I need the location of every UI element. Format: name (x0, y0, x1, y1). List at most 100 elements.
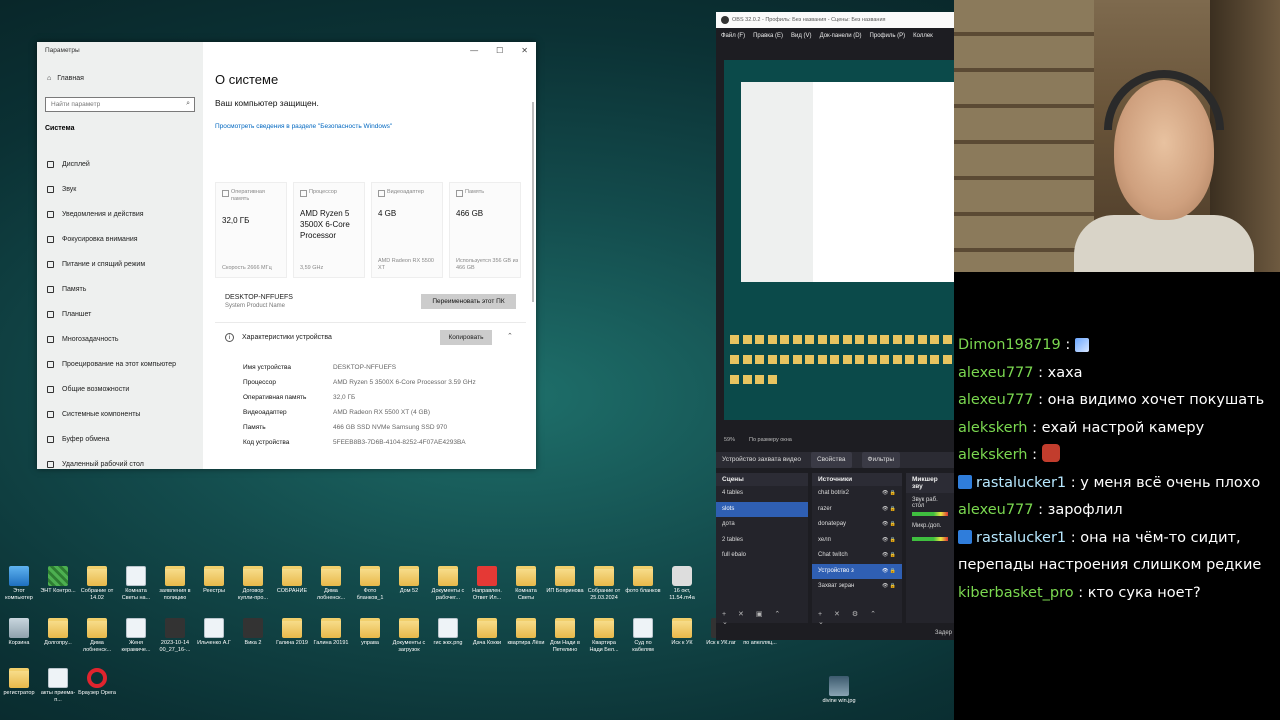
desktop-icon[interactable]: СОБРАНИЕ (273, 566, 311, 595)
desktop-icon[interactable]: 2023-10-14 00_27_16-... (156, 618, 194, 653)
desktop-icon[interactable]: Собрание от 14.02 (78, 566, 116, 601)
search-input[interactable]: Найти параметр ⌕ (45, 97, 195, 112)
desktop-icon[interactable]: Договор купли-про... (234, 566, 272, 601)
desktop-icon[interactable]: Иск к УК (663, 618, 701, 647)
desktop-icon[interactable]: регистратор (0, 668, 38, 697)
desktop-icon[interactable]: Суд по кабелям (624, 618, 662, 653)
visibility-lock-icons[interactable]: 👁 🔒 (882, 490, 896, 498)
desktop-icon[interactable]: Документы с рабочег... (429, 566, 467, 601)
sidebar-item[interactable]: Системные компоненты (47, 402, 176, 427)
chat-username[interactable]: alekskerh (958, 447, 1027, 463)
obs-menu-item[interactable]: Док-панели (D) (820, 28, 862, 44)
sidebar-item[interactable]: Фокусировка внимания (47, 227, 176, 252)
desktop-icon[interactable]: Фото бланков_1 (351, 566, 389, 601)
sidebar-item[interactable]: Звук (47, 177, 176, 202)
desktop-icon[interactable]: Дом 52 (390, 566, 428, 595)
desktop-icon[interactable]: Галина 2019 (273, 618, 311, 647)
chat-username[interactable]: Dimon198719 (958, 337, 1061, 353)
specs-header[interactable]: i Характеристики устройства (225, 333, 332, 342)
obs-preview[interactable] (724, 60, 954, 420)
zoom-value[interactable]: 59% (724, 437, 735, 443)
desktop-icon[interactable]: ЭНТ Контро... (39, 566, 77, 595)
security-link[interactable]: Просмотреть сведения в разделе "Безопасн… (215, 122, 405, 131)
desktop-icon[interactable]: Вика 2 (234, 618, 272, 647)
desktop-icon[interactable]: Дима лобненск... (78, 618, 116, 653)
sidebar-item[interactable]: Дисплей (47, 152, 176, 177)
desktop-icon[interactable]: заявления в полицию (156, 566, 194, 601)
desktop-icon[interactable]: ИП Бояринова (546, 566, 584, 595)
desktop-icon[interactable]: Женя керамиче... (117, 618, 155, 653)
rename-button[interactable]: Переименовать этот ПК (421, 294, 516, 309)
source-item[interactable]: Захват экран 👁 🔒 (812, 579, 902, 595)
sidebar-item[interactable]: Удаленный рабочий стол (47, 452, 176, 477)
source-item[interactable]: хелп 👁 🔒 (812, 533, 902, 549)
desktop-icon[interactable]: Корзина (0, 618, 38, 647)
copy-button[interactable]: Копировать (440, 330, 492, 345)
chat-username[interactable]: alexeu777 (958, 392, 1034, 408)
home-link[interactable]: ⌂ Главная (47, 75, 84, 82)
sidebar-item[interactable]: Питание и спящий режим (47, 252, 176, 277)
filters-button[interactable]: Фильтры (861, 452, 901, 468)
chat-username[interactable]: rastalucker1 (976, 475, 1066, 491)
desktop-icon[interactable]: Дима лобненск... (312, 566, 350, 601)
scene-item[interactable]: full ebalo (716, 548, 808, 564)
visibility-lock-icons[interactable]: 👁 🔒 (882, 583, 896, 591)
desktop-icon[interactable]: Этот компьютер (0, 566, 38, 601)
source-item[interactable]: Chat twitch 👁 🔒 (812, 548, 902, 564)
sidebar-item[interactable]: Общие возможности (47, 377, 176, 402)
chat-username[interactable]: kiberbasket_pro (958, 585, 1074, 601)
sidebar-item[interactable]: Память (47, 277, 176, 302)
desktop-icon[interactable]: Долгопру... (39, 618, 77, 647)
visibility-lock-icons[interactable]: 👁 🔒 (882, 506, 896, 514)
obs-menu-item[interactable]: Файл (F) (721, 28, 745, 44)
source-item[interactable]: chat botrix2 👁 🔒 (812, 486, 902, 502)
desktop-icon[interactable]: акты приема-п... (39, 668, 77, 703)
sidebar-item[interactable]: Многозадачность (47, 327, 176, 352)
scene-item[interactable]: slots (716, 501, 808, 517)
desktop-icon[interactable]: divine win.jpg (820, 676, 858, 705)
desktop-icon[interactable]: Собрание от 25.03.2024 (585, 566, 623, 601)
chat-username[interactable]: rastalucker1 (976, 530, 1066, 546)
desktop-icon[interactable]: Ильченко А.Г (195, 618, 233, 647)
sidebar-item[interactable]: Уведомления и действия (47, 202, 176, 227)
sidebar-item[interactable]: Буфер обмена (47, 427, 176, 452)
chevron-up-icon[interactable]: ⌃ (507, 332, 513, 340)
desktop-icon[interactable]: Документы с загрузок (390, 618, 428, 653)
desktop-icon[interactable]: 16 окт, 11.54.m4a (663, 566, 701, 601)
desktop-icon[interactable]: Дача Кокки (468, 618, 506, 647)
obs-menu-item[interactable]: Коллек (913, 28, 933, 44)
scene-item[interactable]: дота (716, 517, 808, 533)
obs-menu-item[interactable]: Профиль (P) (870, 28, 906, 44)
zoom-mode[interactable]: По размеру окна (749, 437, 792, 443)
scene-item[interactable]: 4 tables (716, 486, 808, 502)
sidebar-item[interactable]: Планшет (47, 302, 176, 327)
desktop-icon[interactable]: фото бланков (624, 566, 662, 595)
obs-menu-item[interactable]: Правка (E) (753, 28, 783, 44)
obs-menu-item[interactable]: Вид (V) (791, 28, 812, 44)
desktop-icon[interactable]: гис жкх.png (429, 618, 467, 647)
desktop-icon[interactable]: квартира Лёхи (507, 618, 545, 647)
desktop-icon[interactable]: Реестры (195, 566, 233, 595)
properties-button[interactable]: Свойства (810, 452, 852, 468)
scrollbar[interactable] (532, 102, 534, 302)
source-item[interactable]: Устройство з 👁 🔒 (812, 563, 902, 579)
desktop-icon[interactable]: Направлен. Ответ Ил... (468, 566, 506, 601)
source-item[interactable]: donatepay 👁 🔒 (812, 517, 902, 533)
source-item[interactable]: razer 👁 🔒 (812, 502, 902, 518)
desktop-icon[interactable]: Комната Светы на... (117, 566, 155, 601)
visibility-lock-icons[interactable]: 👁 🔒 (882, 521, 896, 529)
visibility-lock-icons[interactable]: 👁 🔒 (882, 568, 896, 576)
visibility-lock-icons[interactable]: 👁 🔒 (882, 537, 896, 545)
chat-username[interactable]: alexeu777 (958, 502, 1034, 518)
sources-toolbar[interactable]: + ✕ ⚙ ⌃ ⌄ (812, 607, 902, 626)
desktop-icon[interactable]: Дом Нади в Петелино (546, 618, 584, 653)
visibility-lock-icons[interactable]: 👁 🔒 (882, 552, 896, 560)
sidebar-item[interactable]: Проецирование на этот компьютер (47, 352, 176, 377)
chat-username[interactable]: alexeu777 (958, 365, 1034, 381)
desktop-icon[interactable]: Браузер Opera (78, 668, 116, 697)
desktop-icon[interactable]: Квартира Нади Бел... (585, 618, 623, 653)
desktop-icon[interactable]: управа (351, 618, 389, 647)
desktop-icon[interactable]: Галина 20191 (312, 618, 350, 647)
scene-item[interactable]: 2 tables (716, 533, 808, 549)
chat-username[interactable]: alekskerh (958, 420, 1027, 436)
